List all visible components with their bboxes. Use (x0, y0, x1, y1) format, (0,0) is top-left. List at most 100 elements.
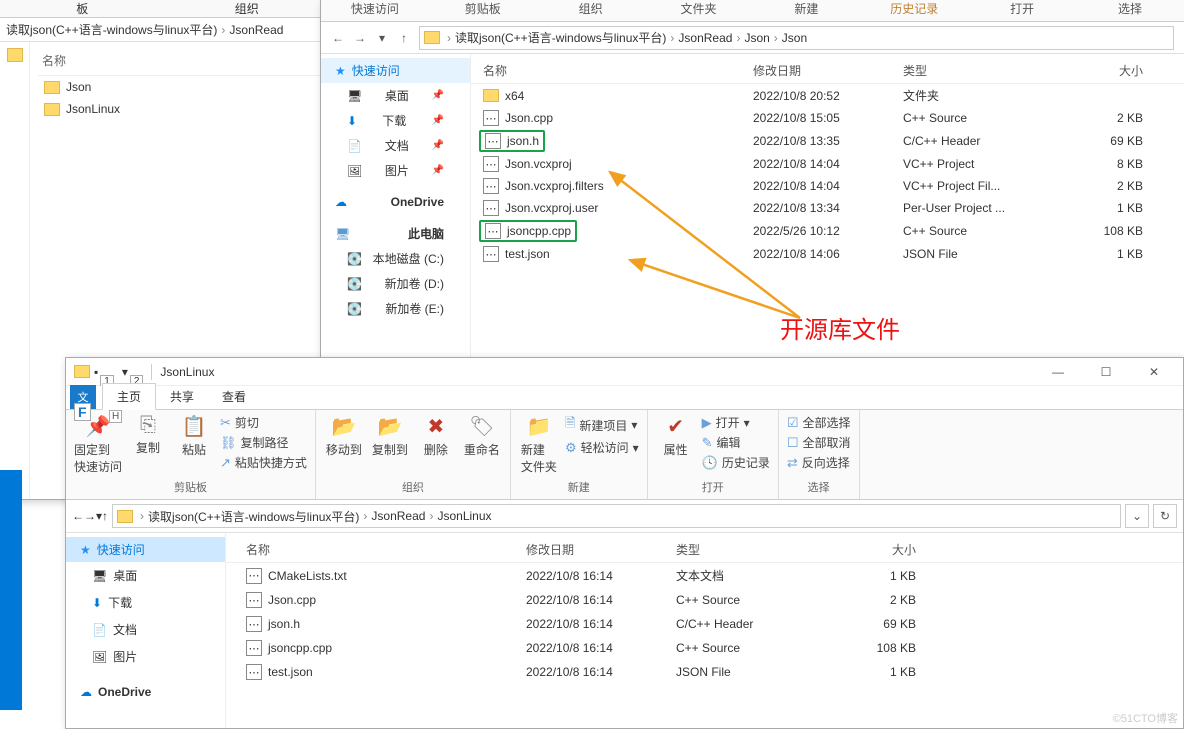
forward-button[interactable]: → (349, 27, 371, 49)
sidebar-item[interactable]: 🖥桌面📌 (321, 83, 470, 108)
sidebar-drive[interactable]: 💽新加卷 (D:) (321, 271, 470, 296)
table-row[interactable]: ⋯CMakeLists.txt2022/10/8 16:14文本文档1 KB (226, 563, 1183, 588)
copyto-button[interactable]: 📂复制到 (370, 414, 410, 458)
moveto-button[interactable]: 📂移动到 (324, 414, 364, 458)
qat-button[interactable]: ▾ (122, 365, 128, 379)
breadcrumb[interactable]: 读取json(C++语言-windows与linux平台) › JsonRead (0, 18, 329, 42)
table-row[interactable]: ⋯json.h2022/10/8 16:14C/C++ Header69 KB (226, 612, 1183, 636)
delete-button[interactable]: ✖删除 (416, 414, 456, 458)
sidebar-thispc[interactable]: 🖥此电脑 (321, 221, 470, 246)
back-button[interactable]: ← (72, 509, 84, 523)
invert-button[interactable]: ⇄反向选择 (787, 454, 851, 471)
table-row[interactable]: ⋯Json.cpp2022/10/8 16:14C++ Source2 KB (226, 588, 1183, 612)
cloud-icon: ☁ (80, 685, 92, 699)
table-row[interactable]: ⋯json.h2022/10/8 13:35C/C++ Header69 KB (471, 129, 1184, 153)
column-header-name[interactable]: 名称 (246, 541, 526, 558)
sidebar-quick-access[interactable]: ★快速访问 (66, 537, 225, 562)
sidebar-drive[interactable]: 💽本地磁盘 (C:) (321, 246, 470, 271)
column-headers[interactable]: 名称 修改日期 类型 大小 (226, 537, 1183, 563)
selectall-button[interactable]: ☑全部选择 (787, 414, 851, 431)
breadcrumb-seg[interactable]: JsonRead (229, 23, 283, 37)
tab-share[interactable]: 共享 (156, 384, 208, 409)
sidebar[interactable]: ★快速访问 🖥桌面⬇下载📄文档🖼图片 ☁OneDrive (66, 533, 226, 728)
selectnone-button[interactable]: ☐全部取消 (787, 434, 851, 451)
sidebar[interactable]: ★快速访问 🖥桌面📌⬇下载📌📄文档📌🖼图片📌 ☁OneDrive 🖥此电脑 💽本… (321, 54, 471, 359)
tab-view[interactable]: 查看 (208, 384, 260, 409)
paste-button[interactable]: 📋粘贴 (174, 414, 214, 458)
copypath-button[interactable]: ⛓复制路径 (220, 434, 307, 451)
folder-icon[interactable] (7, 48, 23, 62)
properties-button[interactable]: ✔属性 (656, 414, 696, 458)
edit-button[interactable]: ✎编辑 (702, 434, 770, 451)
maximize-button[interactable]: ☐ (1091, 365, 1121, 379)
table-row[interactable]: ⋯Json.vcxproj.filters2022/10/8 14:04VC++… (471, 175, 1184, 197)
breadcrumb-seg[interactable]: JsonLinux (437, 509, 491, 523)
sidebar-quick-access[interactable]: ★快速访问 (321, 58, 470, 83)
up-button[interactable]: ↑ (393, 27, 415, 49)
table-row[interactable]: ⋯Json.vcxproj.user2022/10/8 13:34Per-Use… (471, 197, 1184, 219)
sidebar-item[interactable]: ⬇下载📌 (321, 108, 470, 133)
column-header-name[interactable]: 名称 (38, 46, 321, 76)
forward-button[interactable]: → (84, 509, 96, 523)
table-row[interactable]: ⋯test.json2022/10/8 16:14JSON File1 KB (226, 660, 1183, 684)
column-headers[interactable]: 名称 修改日期 类型 大小 (471, 58, 1184, 84)
table-row[interactable]: ⋯Json.cpp2022/10/8 15:05C++ Source2 KB (471, 107, 1184, 129)
pin-quick-button[interactable]: 📌固定到 快速访问 (74, 414, 122, 475)
tree-nav[interactable] (0, 42, 30, 499)
column-header-date[interactable]: 修改日期 (526, 541, 676, 558)
qat-button[interactable]: ▪ (94, 365, 98, 379)
breadcrumb-seg[interactable]: Json (744, 31, 769, 45)
table-row[interactable]: x642022/10/8 20:52文件夹 (471, 84, 1184, 107)
breadcrumb-seg[interactable]: 读取json(C++语言-windows与linux平台) (148, 508, 359, 525)
easyaccess-button[interactable]: ⚙轻松访问 ▾ (565, 439, 639, 456)
table-row[interactable]: ⋯jsoncpp.cpp2022/10/8 16:14C++ Source108… (226, 636, 1183, 660)
refresh-button[interactable]: ↻ (1153, 504, 1177, 528)
history-button[interactable]: 🕓历史记录 (702, 454, 770, 471)
sidebar-item[interactable]: 🖥桌面 (66, 562, 225, 589)
column-header-type[interactable]: 类型 (903, 62, 1053, 79)
titlebar[interactable]: ▪1 ▾2 JsonLinux — ☐ ✕ (66, 358, 1183, 386)
list-item[interactable]: Json (38, 76, 321, 98)
table-row[interactable]: ⋯test.json2022/10/8 14:06JSON File1 KB (471, 243, 1184, 265)
sidebar-item[interactable]: 🖼图片 (66, 643, 225, 670)
column-header-size[interactable]: 大小 (1053, 62, 1143, 79)
sidebar-onedrive[interactable]: ☁OneDrive (321, 191, 470, 213)
minimize-button[interactable]: — (1043, 365, 1073, 379)
rename-button[interactable]: 🏷重命名 (462, 414, 502, 458)
sidebar-item[interactable]: 📄文档📌 (321, 133, 470, 158)
column-header-date[interactable]: 修改日期 (753, 62, 903, 79)
sidebar-item[interactable]: ⬇下载 (66, 589, 225, 616)
column-header-size[interactable]: 大小 (816, 541, 916, 558)
file-list[interactable]: 名称 修改日期 类型 大小 ⋯CMakeLists.txt2022/10/8 1… (226, 533, 1183, 728)
close-button[interactable]: ✕ (1139, 365, 1169, 379)
list-item[interactable]: JsonLinux (38, 98, 321, 120)
table-row[interactable]: ⋯Json.vcxproj2022/10/8 14:04VC++ Project… (471, 153, 1184, 175)
back-button[interactable]: ← (327, 27, 349, 49)
copy-button[interactable]: ⎘复制 (128, 414, 168, 456)
nav-icon: 📄 (347, 139, 362, 153)
paste-shortcut-button[interactable]: ↗粘贴快捷方式 (220, 454, 307, 471)
sidebar-onedrive[interactable]: ☁OneDrive (66, 680, 225, 704)
breadcrumb-seg[interactable]: JsonRead (678, 31, 732, 45)
newitem-button[interactable]: 🗎新建项目 ▾ (565, 414, 639, 436)
breadcrumb[interactable]: › 读取json(C++语言-windows与linux平台)› JsonRea… (112, 504, 1121, 528)
breadcrumb-seg[interactable]: JsonRead (371, 509, 425, 523)
recent-button[interactable]: ▾ (371, 27, 393, 49)
dropdown-button[interactable]: ⌄ (1125, 504, 1149, 528)
column-header-type[interactable]: 类型 (676, 541, 816, 558)
breadcrumb-seg[interactable]: Json (782, 31, 807, 45)
tab-home[interactable]: 主页H (102, 383, 156, 410)
column-header-name[interactable]: 名称 (483, 62, 753, 79)
breadcrumb[interactable]: › 读取json(C++语言-windows与linux平台)› JsonRea… (419, 26, 1174, 50)
newfolder-button[interactable]: 📁新建 文件夹 (519, 414, 559, 475)
breadcrumb-seg[interactable]: 读取json(C++语言-windows与linux平台) (6, 21, 217, 38)
sidebar-item[interactable]: 🖼图片📌 (321, 158, 470, 183)
sidebar-drive[interactable]: 💽新加卷 (E:) (321, 296, 470, 321)
open-button[interactable]: ▶打开 ▾ (702, 414, 770, 431)
up-button[interactable]: ↑ (102, 509, 108, 523)
sidebar-item[interactable]: 📄文档 (66, 616, 225, 643)
table-row[interactable]: ⋯jsoncpp.cpp2022/5/26 10:12C++ Source108… (471, 219, 1184, 243)
breadcrumb-seg[interactable]: 读取json(C++语言-windows与linux平台) (455, 29, 666, 46)
file-tab[interactable]: 文F (70, 385, 96, 409)
cut-button[interactable]: ✂剪切 (220, 414, 307, 431)
